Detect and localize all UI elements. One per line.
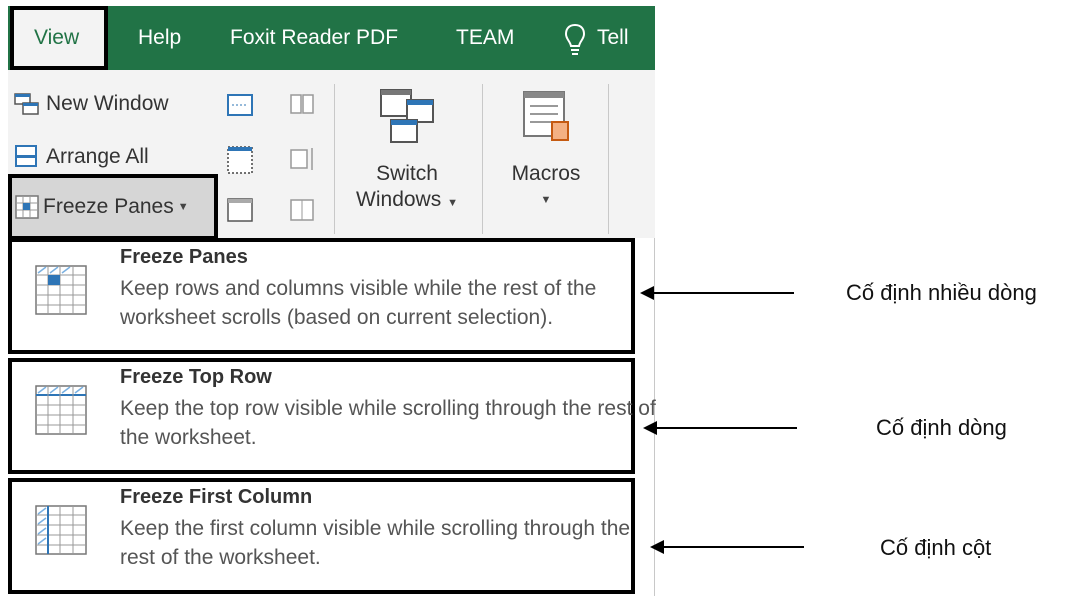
- macros-icon: [523, 91, 569, 141]
- freeze-first-column-icon: [35, 505, 87, 555]
- chevron-down-icon: ▼: [177, 201, 189, 213]
- freeze-top-row-icon: [35, 385, 87, 435]
- chevron-down-icon: ▼: [540, 194, 552, 206]
- menu-item-title: Freeze Panes: [120, 246, 248, 268]
- new-window-button[interactable]: New Window: [14, 92, 169, 116]
- menu-item-title: Freeze First Column: [120, 486, 313, 508]
- ribbon-separator: [608, 84, 609, 234]
- menu-item-description: Keep the top row visible while scrolling…: [120, 397, 656, 449]
- view-side-by-side-icon[interactable]: [288, 92, 318, 120]
- tab-help[interactable]: Help: [138, 6, 181, 70]
- tab-foxit-reader-pdf[interactable]: Foxit Reader PDF: [230, 6, 398, 70]
- switch-windows-icon: [380, 89, 434, 143]
- annotation-arrow: [662, 546, 804, 548]
- annotation-freeze-top-row: Cố định dòng: [876, 415, 1007, 440]
- freeze-panes-button[interactable]: Freeze Panes ▼: [8, 174, 218, 240]
- ribbon-separator: [482, 84, 483, 234]
- freeze-panes-label: Freeze Panes: [43, 195, 174, 218]
- chevron-down-icon: ▼: [447, 197, 458, 209]
- arrange-all-button[interactable]: Arrange All: [14, 144, 149, 170]
- switch-windows-button[interactable]: Switch Windows ▼: [342, 84, 472, 216]
- ribbon-view-group: New Window Arrange All Freeze Panes ▼ Sw…: [8, 70, 655, 240]
- tab-team[interactable]: TEAM: [456, 6, 514, 70]
- freeze-panes-icon: [15, 195, 39, 219]
- arrange-all-label: Arrange All: [46, 145, 149, 168]
- switch-windows-label-line1: Switch: [376, 162, 438, 185]
- unhide-window-icon[interactable]: [226, 196, 256, 226]
- tab-view[interactable]: View: [10, 6, 108, 70]
- macros-button[interactable]: Macros ▼: [494, 84, 598, 213]
- annotation-arrow: [652, 292, 794, 294]
- annotation-arrow: [655, 427, 797, 429]
- split-window-icon[interactable]: [226, 144, 256, 178]
- hide-window-icon[interactable]: [226, 92, 256, 120]
- menu-item-description: Keep the first column visible while scro…: [120, 517, 631, 569]
- freeze-panes-icon: [35, 265, 87, 315]
- ribbon-separator: [334, 84, 335, 234]
- annotation-freeze-first-column: Cố định cột: [880, 535, 992, 560]
- tab-tell-me[interactable]: Tell: [597, 6, 629, 70]
- menu-item-freeze-top-row[interactable]: Freeze Top Row Keep the top row visible …: [8, 358, 656, 474]
- menu-item-freeze-first-column[interactable]: Freeze First Column Keep the first colum…: [8, 478, 635, 594]
- reset-window-position-icon[interactable]: [288, 196, 318, 226]
- ribbon-tab-bar: View Help Foxit Reader PDF TEAM Tell: [8, 6, 655, 70]
- menu-item-freeze-panes[interactable]: Freeze Panes Keep rows and columns visib…: [8, 238, 635, 354]
- macros-label: Macros: [511, 162, 581, 185]
- annotation-freeze-panes: Cố định nhiều dòng: [846, 280, 1037, 305]
- new-window-label: New Window: [46, 92, 169, 115]
- lightbulb-icon[interactable]: [563, 22, 587, 56]
- menu-item-description: Keep rows and columns visible while the …: [120, 277, 597, 329]
- synchronous-scrolling-icon[interactable]: [288, 144, 318, 176]
- menu-item-title: Freeze Top Row: [120, 366, 272, 388]
- new-window-icon: [14, 93, 39, 115]
- arrange-all-icon: [15, 145, 37, 167]
- switch-windows-label-line2: Windows: [356, 188, 442, 211]
